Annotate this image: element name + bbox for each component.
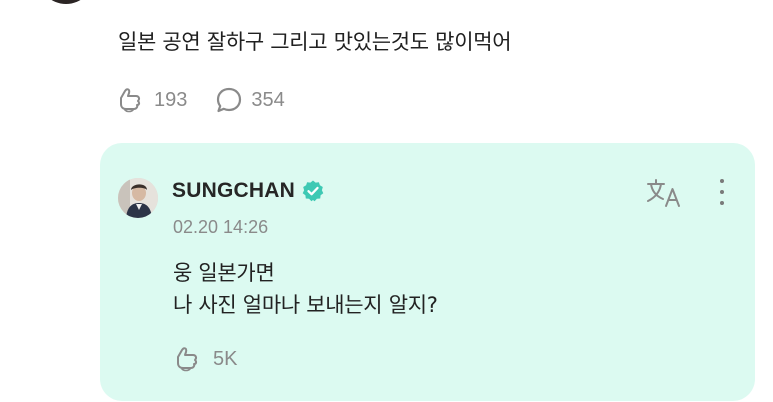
post-comment-count: 354	[251, 88, 285, 111]
author-name[interactable]: SUNGCHAN	[172, 179, 295, 203]
reply-timestamp: 02.20 14:26	[173, 217, 269, 237]
post-like-count: 193	[154, 88, 188, 111]
avatar-image	[118, 178, 158, 218]
previous-avatar[interactable]	[38, 0, 94, 4]
reply-body-line: 나 사진 얼마나 보내는지 알지?	[173, 293, 438, 317]
like-icon	[177, 347, 198, 372]
reply-body-line: 웅 일본가면	[173, 261, 275, 285]
post-comment-button[interactable]: 354	[215, 86, 285, 114]
verified-badge-icon	[302, 180, 324, 202]
translate-icon	[647, 179, 680, 207]
like-icon	[120, 88, 141, 113]
reply-like-button[interactable]: 5K	[173, 345, 237, 373]
comment-icon	[217, 87, 242, 113]
author-row: SUNGCHAN	[172, 179, 325, 203]
author-avatar[interactable]	[118, 178, 158, 218]
more-options-icon[interactable]	[714, 176, 730, 210]
post-like-button[interactable]: 193	[116, 86, 187, 114]
post-actions: 193 354	[116, 86, 313, 114]
reply-like-count: 5K	[213, 347, 238, 370]
translate-button[interactable]	[644, 176, 684, 214]
reply-card: SUNGCHAN 02.20 14:26 웅 일본가면 나 사진 얼마나 보내는…	[100, 143, 755, 401]
post-text: 일본 공연 잘하구 그리고 맛있는것도 많이먹어	[118, 30, 512, 54]
reply-body: 웅 일본가면 나 사진 얼마나 보내는지 알지?	[173, 257, 438, 321]
